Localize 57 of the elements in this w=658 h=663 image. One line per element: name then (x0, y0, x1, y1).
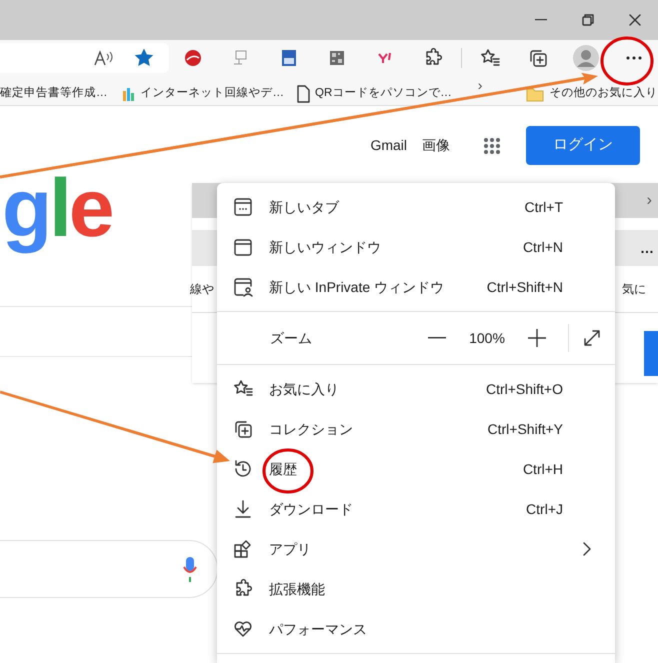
images-link[interactable]: 画像 (422, 135, 450, 156)
expand-icon (582, 328, 602, 348)
history-icon (233, 459, 253, 479)
zoom-level: 100% (468, 328, 506, 348)
document-icon (296, 84, 310, 102)
bookmark-text: 気に (622, 281, 646, 298)
more-icon (626, 56, 642, 60)
bookmark-text: 線や (190, 281, 214, 298)
menu-item[interactable]: パフォーマンス (217, 609, 615, 649)
menu-item[interactable]: 新しいタブ Ctrl+T (217, 187, 615, 227)
ball-icon (183, 48, 203, 68)
menu-item[interactable]: 拡張機能 (217, 569, 615, 609)
collections-icon (528, 48, 548, 68)
bookmark-item[interactable]: その他のお気に入り (526, 84, 658, 102)
button-edge (644, 331, 658, 376)
highlight-circle (262, 448, 314, 494)
minus-icon (428, 337, 446, 339)
zoom-label: ズーム (270, 328, 313, 348)
collections-icon (233, 419, 253, 439)
logo: gle (2, 162, 113, 256)
menu-item[interactable]: 新しいウィンドウ Ctrl+N (217, 227, 615, 267)
qr-code-icon (327, 48, 347, 68)
window-icon (233, 237, 253, 257)
menu-item[interactable]: コレクション Ctrl+Shift+Y (217, 409, 615, 449)
highlight-circle (600, 36, 654, 86)
avatar-icon (573, 45, 599, 71)
read-aloud-icon (93, 49, 115, 67)
menu-item[interactable]: お気に入り Ctrl+Shift+O (217, 369, 615, 409)
microphone-icon (183, 555, 197, 583)
inprivate-icon (233, 277, 253, 297)
address-bar[interactable] (0, 43, 169, 73)
new-tab-icon (233, 197, 253, 217)
plus-icon (528, 329, 546, 347)
bookmark-item[interactable]: QRコードをパソコンで… (296, 84, 452, 102)
apps-icon (233, 539, 253, 559)
heartbeat-icon (233, 619, 253, 639)
more-text: … (640, 238, 654, 258)
bar-chart-icon (122, 86, 136, 100)
menu-item[interactable]: アプリ (217, 529, 615, 569)
apps-grid-icon (483, 136, 501, 154)
calendar-icon (279, 48, 299, 68)
restore-icon (582, 14, 594, 26)
close-icon (628, 14, 640, 26)
star-list-icon (480, 48, 500, 68)
bookmarks-overflow-button[interactable]: › (478, 78, 482, 92)
folder-icon (526, 86, 544, 102)
star-icon (135, 49, 153, 67)
download-icon (233, 499, 253, 519)
chevron-text: › (646, 190, 652, 210)
menu-item[interactable]: ダウンロード Ctrl+J (217, 489, 615, 529)
bookmark-item[interactable]: 確定申告書等作成… (0, 84, 108, 102)
gmail-link[interactable]: Gmail (370, 135, 407, 156)
menu-item[interactable]: 履歴 Ctrl+H (217, 449, 615, 489)
bookmark-item[interactable]: インターネット回線やデ… (122, 84, 284, 102)
menu-item[interactable]: 新しい InPrivate ウィンドウ Ctrl+Shift+N (217, 267, 615, 307)
minimize-icon (534, 19, 546, 21)
login-button[interactable]: ログイン (526, 126, 640, 165)
